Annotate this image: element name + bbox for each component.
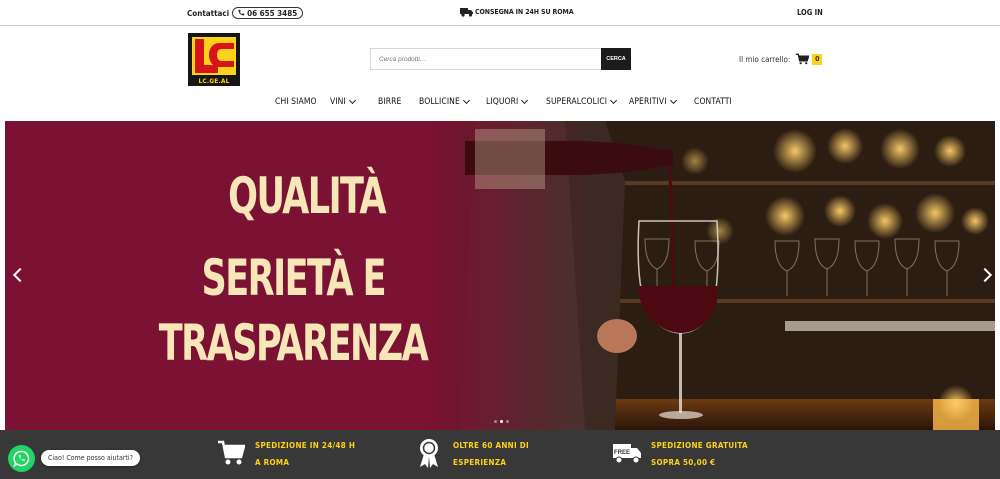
nav-item-superalcolici[interactable]: SUPERALCOLICI xyxy=(546,96,618,107)
login-link[interactable]: LOG IN xyxy=(797,8,823,17)
feature-text: SPEDIZIONE GRATUITA SOPRA 50,00 € xyxy=(651,441,748,467)
phone-link[interactable]: 06 655 3485 xyxy=(232,7,304,19)
features-bar: SPEDIZIONE IN 24/48 H A ROMA OLTRE 60 AN… xyxy=(0,430,1000,479)
phone-number: 06 655 3485 xyxy=(247,8,298,18)
chevron-down-icon xyxy=(462,96,470,104)
search-form: CERCA xyxy=(370,48,631,70)
site-logo[interactable]: LC.GE.AL xyxy=(188,33,240,86)
cart-icon xyxy=(796,53,810,65)
free-shipping-truck-icon: FREE xyxy=(611,437,643,469)
main-nav: CHI SIAMO VINI BIRRE BOLLICINE LIQUORI S… xyxy=(0,96,1000,111)
feature-text: SPEDIZIONE IN 24/48 H A ROMA xyxy=(255,441,356,467)
nav-label: BOLLICINE xyxy=(419,97,460,107)
chevron-down-icon xyxy=(610,96,618,104)
whatsapp-chat-button[interactable] xyxy=(8,445,35,472)
chevron-down-icon xyxy=(521,96,529,104)
phone-icon xyxy=(238,9,245,16)
logo-caption: LC.GE.AL xyxy=(198,77,230,85)
nav-item-chi-siamo[interactable]: CHI SIAMO xyxy=(275,97,317,107)
contact-info: Contattaci 06 655 3485 xyxy=(187,7,304,19)
slider-dots xyxy=(494,420,509,423)
nav-label: CONTATTI xyxy=(694,97,732,107)
search-input[interactable] xyxy=(370,48,601,70)
cart-count: 0 xyxy=(812,53,823,65)
shipping-notice: CONSEGNA IN 24H SU ROMA xyxy=(460,7,574,17)
hero-line-1: QUALITÀ xyxy=(228,167,386,225)
hero-line-3: TRASPARENZA xyxy=(158,314,429,372)
nav-item-contatti[interactable]: CONTATTI xyxy=(694,97,732,107)
nav-item-birre[interactable]: BIRRE xyxy=(378,97,401,107)
nav-label: APERITIVI xyxy=(629,97,667,107)
nav-item-liquori[interactable]: LIQUORI xyxy=(486,96,529,107)
nav-label: CHI SIAMO xyxy=(275,97,317,107)
slider-dot[interactable] xyxy=(506,420,509,423)
chevron-down-icon xyxy=(348,96,356,104)
chevron-down-icon xyxy=(669,96,677,104)
nav-label: LIQUORI xyxy=(486,97,519,107)
nav-item-vini[interactable]: VINI xyxy=(330,96,356,107)
feature-shipping: SPEDIZIONE IN 24/48 H A ROMA xyxy=(215,437,365,471)
contact-label: Contattaci xyxy=(187,8,230,18)
cart-label: Il mio carrello: xyxy=(739,54,791,64)
hero-line-2: SERIETÀ E xyxy=(201,249,387,307)
award-ribbon-icon xyxy=(413,437,445,469)
cart[interactable]: Il mio carrello: 0 xyxy=(739,53,823,65)
top-bar: Contattaci 06 655 3485 CONSEGNA IN 24H S… xyxy=(0,0,1000,26)
slider-dot[interactable] xyxy=(494,420,497,423)
delivery-truck-icon xyxy=(460,8,473,17)
nav-label: BIRRE xyxy=(378,97,402,107)
free-badge: FREE xyxy=(614,450,630,456)
nav-item-aperitivi[interactable]: APERITIVI xyxy=(629,96,677,107)
search-button[interactable]: CERCA xyxy=(601,48,631,70)
shipping-text: CONSEGNA IN 24H SU ROMA xyxy=(475,8,574,16)
feature-experience: OLTRE 60 ANNI DI ESPERIENZA xyxy=(413,437,563,471)
nav-label: SUPERALCOLICI xyxy=(546,97,608,107)
slider-dot[interactable] xyxy=(500,420,503,423)
nav-label: VINI xyxy=(330,97,346,107)
chat-greeting-bubble[interactable]: Ciao! Come posso aiutarti? xyxy=(41,450,140,466)
hero-background-image xyxy=(5,121,995,430)
nav-item-bollicine[interactable]: BOLLICINE xyxy=(419,96,470,107)
hero-slider: QUALITÀ SERIETÀ E TRASPARENZA xyxy=(5,121,995,430)
whatsapp-icon xyxy=(13,450,30,467)
feature-text: OLTRE 60 ANNI DI ESPERIENZA xyxy=(453,441,530,467)
cart-icon xyxy=(215,437,247,469)
feature-free-shipping: FREE SPEDIZIONE GRATUITA SOPRA 50,00 € xyxy=(611,437,761,471)
